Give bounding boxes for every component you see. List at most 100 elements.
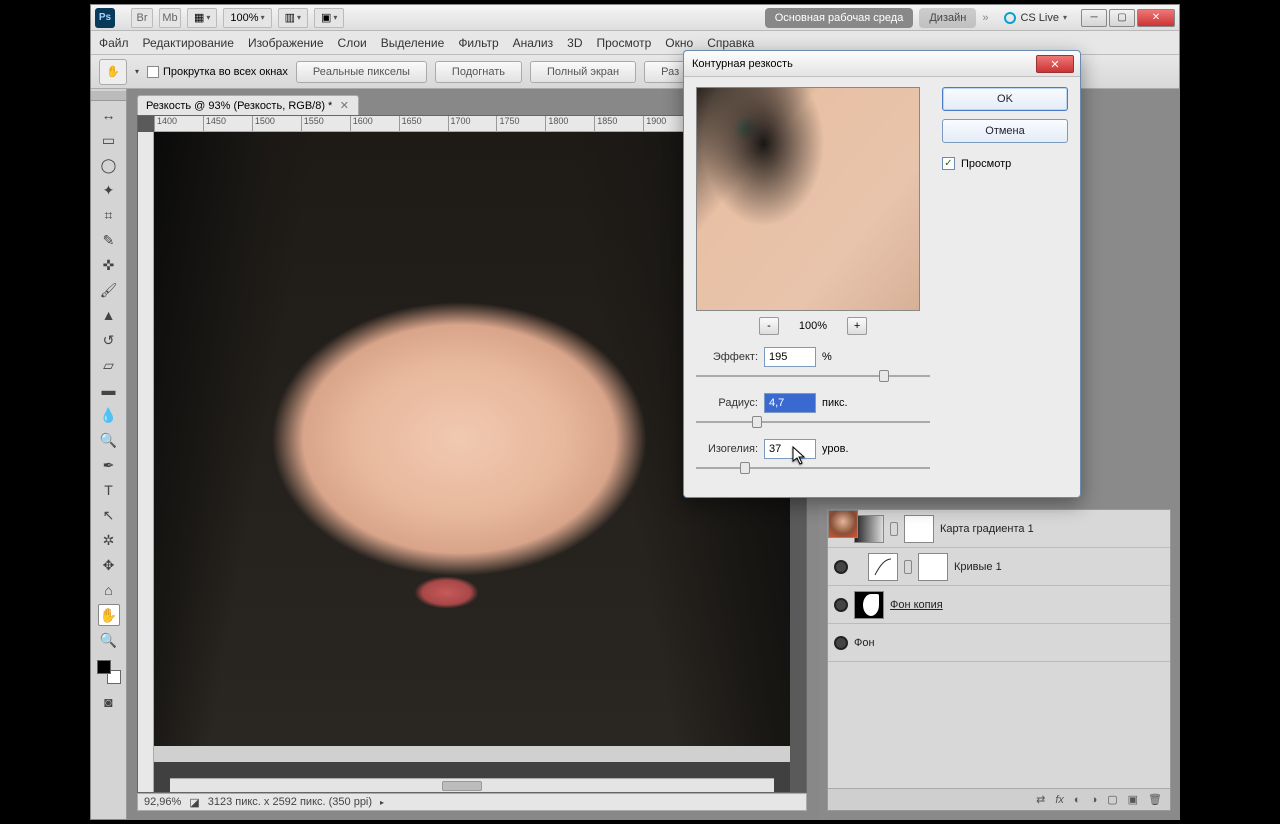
amount-input[interactable] (764, 347, 816, 367)
scrollbar-horizontal[interactable] (170, 778, 774, 792)
menu-select[interactable]: Выделение (381, 36, 445, 50)
crop-tool-icon[interactable]: ⌗ (98, 204, 120, 226)
status-zoom[interactable]: 92,96% (144, 796, 181, 808)
gradient-tool-icon[interactable]: ▬ (98, 379, 120, 401)
adjustment-icon[interactable]: ◑ (1091, 794, 1098, 806)
path-tool-icon[interactable]: ↖ (98, 504, 120, 526)
layer-row[interactable]: Карта градиента 1 (828, 510, 1170, 548)
layer-row[interactable]: Фон (828, 624, 1170, 662)
full-screen-button[interactable]: Полный экран (530, 61, 636, 83)
layer-name[interactable]: Карта градиента 1 (940, 523, 1034, 535)
layer-name[interactable]: Кривые 1 (954, 561, 1002, 573)
bridge-icon[interactable]: Br (131, 8, 153, 28)
minibridge-icon[interactable]: Mb (159, 8, 181, 28)
lasso-tool-icon[interactable]: ◯ (98, 154, 120, 176)
preview-image[interactable] (696, 87, 920, 311)
close-tab-icon[interactable]: ✕ (338, 100, 350, 112)
ok-button[interactable]: OK (942, 87, 1068, 111)
menu-image[interactable]: Изображение (248, 36, 324, 50)
toolbox-handle[interactable] (91, 91, 126, 101)
zoom-tool-icon[interactable]: 🔍 (98, 629, 120, 651)
visibility-icon[interactable] (834, 636, 848, 650)
mask-thumbnail[interactable] (904, 515, 934, 543)
screen-mode-dd[interactable]: ▦▾ (187, 8, 217, 28)
menu-help[interactable]: Справка (707, 36, 754, 50)
workspace-essentials[interactable]: Основная рабочая среда (765, 8, 914, 28)
pen-tool-icon[interactable]: ✒ (98, 454, 120, 476)
visibility-icon[interactable] (834, 560, 848, 574)
threshold-input[interactable] (764, 439, 816, 459)
menu-layer[interactable]: Слои (338, 36, 367, 50)
menu-file[interactable]: Файл (99, 36, 129, 50)
new-layer-icon[interactable]: ▣ (1128, 793, 1138, 806)
close-button[interactable]: ✕ (1137, 9, 1175, 27)
menu-analysis[interactable]: Анализ (513, 36, 554, 50)
menu-view[interactable]: Просмотр (596, 36, 651, 50)
history-brush-icon[interactable]: ↺ (98, 329, 120, 351)
status-doc-info[interactable]: 3123 пикс. x 2592 пикс. (350 ppi) (208, 796, 372, 808)
fit-screen-button[interactable]: Подогнать (435, 61, 522, 83)
preview-checkbox[interactable]: ✓Просмотр (942, 157, 1068, 170)
layer-thumbnail[interactable] (868, 553, 898, 581)
link-layers-icon[interactable]: ⇄ (1036, 793, 1045, 806)
maximize-button[interactable]: ▢ (1109, 9, 1135, 27)
brush-tool-icon[interactable]: 🖌 (98, 279, 120, 301)
menu-filter[interactable]: Фильтр (458, 36, 498, 50)
marquee-tool-icon[interactable]: ▭ (98, 129, 120, 151)
zoom-dd[interactable]: 100%▾ (223, 8, 271, 28)
scroll-all-windows-checkbox[interactable]: Прокрутка во всех окнах (147, 66, 288, 78)
quickmask-icon[interactable]: ◙ (98, 691, 120, 713)
threshold-slider[interactable] (696, 461, 930, 475)
zoom-out-button[interactable]: - (759, 317, 779, 335)
minimize-button[interactable]: ─ (1081, 9, 1107, 27)
cancel-button[interactable]: Отмена (942, 119, 1068, 143)
status-icon[interactable]: ◪ (189, 796, 199, 809)
group-icon[interactable]: ▢ (1107, 793, 1117, 806)
layer-name[interactable]: Фон копия (890, 599, 943, 611)
amount-slider[interactable] (696, 369, 930, 383)
dialog-close-button[interactable]: ✕ (1036, 55, 1074, 73)
fx-icon[interactable]: fx (1055, 794, 1064, 806)
current-tool-hand-icon[interactable]: ✋ (99, 59, 127, 85)
layer-thumbnail[interactable] (828, 510, 858, 538)
layer-name[interactable]: Фон (854, 637, 875, 649)
move-tool-icon[interactable]: ↔ (98, 104, 120, 126)
document-tab[interactable]: Резкость @ 93% (Резкость, RGB/8) * ✕ (137, 95, 359, 115)
shape-tool-icon[interactable]: ✲ (98, 529, 120, 551)
dodge-tool-icon[interactable]: 🔍 (98, 429, 120, 451)
mask-thumbnail[interactable] (918, 553, 948, 581)
healing-tool-icon[interactable]: ✜ (98, 254, 120, 276)
3d-tool-icon[interactable]: ✥ (98, 554, 120, 576)
eraser-tool-icon[interactable]: ▱ (98, 354, 120, 376)
3d-camera-icon[interactable]: ⌂ (98, 579, 120, 601)
eyedropper-tool-icon[interactable]: ✎ (98, 229, 120, 251)
arrange-dd-2[interactable]: ▣▾ (314, 8, 344, 28)
mask-thumbnail[interactable] (854, 591, 884, 619)
type-tool-icon[interactable]: T (98, 479, 120, 501)
menu-edit[interactable]: Редактирование (143, 36, 234, 50)
delete-icon[interactable]: 🗑 (1148, 793, 1162, 806)
layer-thumbnail[interactable] (854, 515, 884, 543)
menu-3d[interactable]: 3D (567, 36, 582, 50)
menu-window[interactable]: Окно (665, 36, 693, 50)
mask-icon[interactable]: ◐ (1074, 794, 1081, 806)
layer-link-icon[interactable] (890, 522, 898, 536)
radius-slider[interactable] (696, 415, 930, 429)
stamp-tool-icon[interactable]: ▲ (98, 304, 120, 326)
radius-input[interactable] (764, 393, 816, 413)
layer-row[interactable]: Фон копия (828, 586, 1170, 624)
blur-tool-icon[interactable]: 💧 (98, 404, 120, 426)
dialog-titlebar[interactable]: Контурная резкость ✕ (684, 51, 1080, 77)
arrange-dd-1[interactable]: ▥▾ (278, 8, 308, 28)
workspace-design[interactable]: Дизайн (919, 8, 976, 28)
hand-tool-icon[interactable]: ✋ (98, 604, 120, 626)
layer-row[interactable]: Кривые 1 (828, 548, 1170, 586)
status-arrow-icon[interactable]: ▸ (380, 798, 384, 807)
actual-pixels-button[interactable]: Реальные пикселы (296, 61, 427, 83)
layer-link-icon[interactable] (904, 560, 912, 574)
cs-live-button[interactable]: CS Live▾ (1004, 12, 1067, 24)
zoom-in-button[interactable]: + (847, 317, 867, 335)
visibility-icon[interactable] (834, 598, 848, 612)
color-swatches[interactable] (97, 660, 121, 684)
wand-tool-icon[interactable]: ✦ (98, 179, 120, 201)
